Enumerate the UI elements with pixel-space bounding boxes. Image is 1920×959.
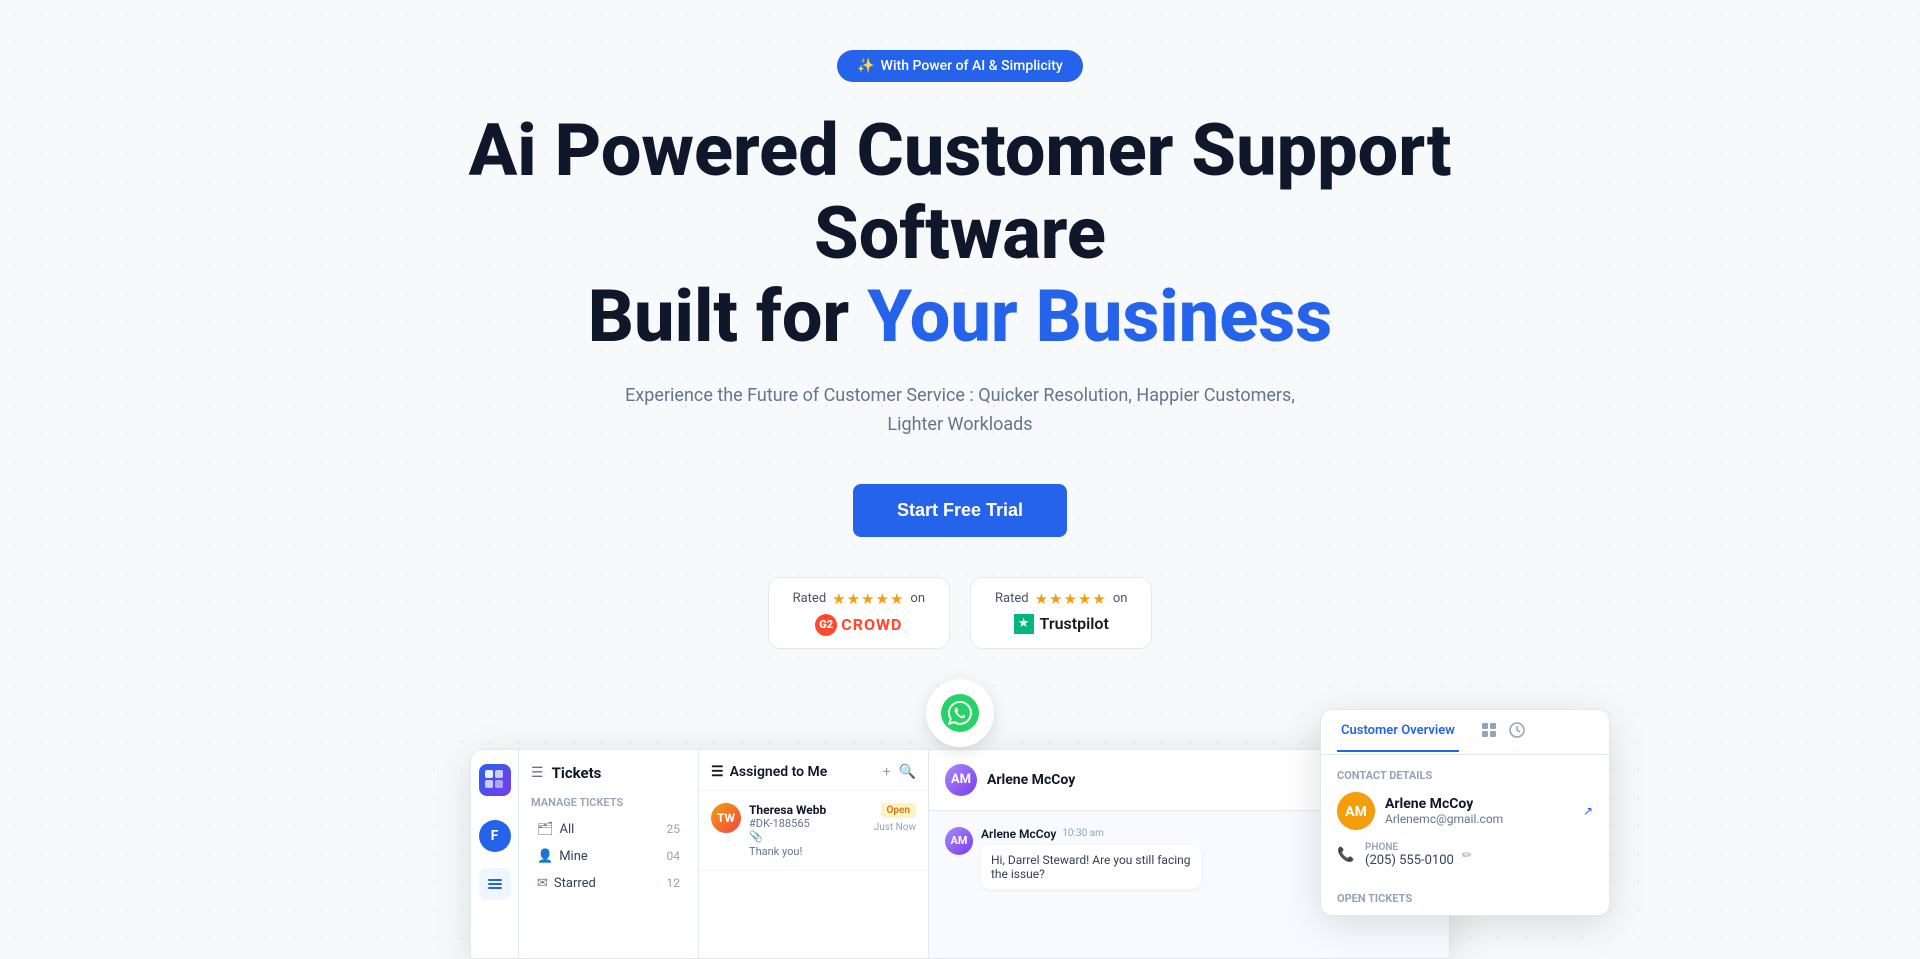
nav-all-label: All <box>560 822 575 837</box>
phone-label: PHONE <box>1365 842 1454 853</box>
contact-link-icon[interactable]: ↗ <box>1583 804 1593 818</box>
start-trial-button[interactable]: Start Free Trial <box>853 484 1067 537</box>
contact-details-label: Contact Details <box>1337 769 1593 782</box>
ticket-preview: Thank you! <box>749 845 866 858</box>
tickets-panel: ☰ Tickets Manage Tickets 🗂 All 25 👤 <box>519 750 699 958</box>
hero-title-line1: Ai Powered Customer Support Software <box>469 108 1452 276</box>
sidebar-avatar-letter: F <box>491 828 499 844</box>
customer-tabs: Customer Overview <box>1321 710 1609 755</box>
nav-mine-count: 04 <box>667 849 681 863</box>
contact-name: Arlene McCoy <box>1385 796 1503 812</box>
add-icon[interactable]: + <box>883 764 891 780</box>
contact-phone-field: 📞 PHONE (205) 555-0100 ✏ <box>1337 842 1593 868</box>
badge-icon: ✨ <box>857 58 874 74</box>
nav-starred-label: Starred <box>554 876 596 891</box>
trustpilot-rating-top: Rated ★★★★★ on <box>995 590 1127 608</box>
customer-tab-icon-2[interactable] <box>1503 710 1531 754</box>
customer-tab-icon-1[interactable] <box>1475 710 1503 754</box>
contact-info: Arlene McCoy Arlenemc@gmail.com <box>1385 796 1503 826</box>
tp-on-text: on <box>1113 591 1128 606</box>
ticket-avatar: TW <box>711 803 741 833</box>
msg-avatar: AM <box>945 827 973 855</box>
hero-subtitle: Experience the Future of Customer Servic… <box>610 382 1310 440</box>
g2-stars: ★★★★★ <box>832 590 904 608</box>
ticket-meta: Open Just Now <box>874 803 916 833</box>
whatsapp-bubble[interactable] <box>926 679 994 747</box>
msg-text: Hi, Darrel Steward! Are you still facing… <box>981 845 1201 889</box>
nav-all-count: 25 <box>667 822 681 836</box>
hero-title-line2-plain: Built for <box>588 274 867 359</box>
g2-logo: G2 CROWD <box>815 614 902 636</box>
tp-stars: ★★★★★ <box>1035 590 1107 608</box>
contact-section: Contact Details AM Arlene McCoy Arlenem <box>1321 755 1609 892</box>
g2-rating-card: Rated ★★★★★ on G2 CROWD <box>768 577 950 649</box>
panel-title: Tickets <box>552 764 602 782</box>
nav-mine[interactable]: 👤 Mine 04 <box>531 844 686 869</box>
g2-crowd-text: CROWD <box>841 615 902 634</box>
ticket-icons: 📎 <box>749 830 866 843</box>
hero-title: Ai Powered Customer Support Software Bui… <box>460 110 1460 358</box>
phone-icon: 📞 <box>1337 847 1357 863</box>
mockup-container: F ☰ Tickets <box>310 709 1610 959</box>
contact-avatar: AM <box>1337 792 1375 830</box>
nav-mine-label: Mine <box>559 849 588 864</box>
ticket-item[interactable]: TW Theresa Webb #DK-188565 📎 Thank you! … <box>699 791 928 871</box>
nav-all[interactable]: 🗂 All 25 <box>531 817 686 842</box>
mine-icon: 👤 <box>537 849 553 864</box>
tp-rated-text: Rated <box>995 591 1029 606</box>
panel-header: ☰ Tickets <box>531 764 686 782</box>
trustpilot-logo: ★ Trustpilot <box>1014 614 1109 634</box>
ticket-attach-icon: 📎 <box>749 830 763 843</box>
msg-sender: Arlene McCoy <box>981 827 1056 841</box>
ticket-info: Theresa Webb #DK-188565 📎 Thank you! <box>749 803 866 858</box>
g2-on-text: on <box>910 591 925 606</box>
open-tickets-label: OPEN TICKETS <box>1321 892 1609 915</box>
g2-icon: G2 <box>815 614 837 636</box>
app-sidebar: F <box>471 750 519 958</box>
list-icon: ☰ <box>711 764 724 780</box>
svg-text:AM: AM <box>1345 804 1367 820</box>
ticket-name: Theresa Webb <box>749 803 866 817</box>
ticket-list-panel: ☰ Assigned to Me + 🔍 TW <box>699 750 929 958</box>
nav-starred-count: 12 <box>667 876 681 890</box>
g2-rating-top: Rated ★★★★★ on <box>793 590 925 608</box>
phone-value: (205) 555-0100 <box>1365 853 1454 868</box>
ticket-list-actions: + 🔍 <box>883 764 916 780</box>
sidebar-icon-btn[interactable] <box>479 868 511 900</box>
nav-starred[interactable]: ✉ Starred 12 <box>531 871 686 896</box>
g2-rated-text: Rated <box>793 591 827 606</box>
chat-user-avatar: AM <box>945 764 977 796</box>
manage-tickets-label: Manage Tickets <box>531 796 686 809</box>
ai-badge: ✨ With Power of AI & Simplicity <box>837 50 1083 82</box>
ticket-id: #DK-188565 <box>749 817 866 830</box>
hero-title-blue: Your Business <box>867 274 1332 359</box>
sidebar-logo <box>479 764 511 796</box>
trustpilot-rating-card: Rated ★★★★★ on ★ Trustpilot <box>970 577 1152 649</box>
tp-text: Trustpilot <box>1040 614 1109 633</box>
ticket-list-title: ☰ Assigned to Me <box>711 764 827 780</box>
contact-person: AM Arlene McCoy Arlenemc@gmail.com ↗ <box>1337 792 1593 830</box>
customer-overview-tab[interactable]: Customer Overview <box>1337 711 1459 752</box>
badge-text: With Power of AI & Simplicity <box>881 58 1063 74</box>
ticket-list-header: ☰ Assigned to Me + 🔍 <box>699 750 928 791</box>
app-mockup: F ☰ Tickets <box>470 749 1450 959</box>
all-icon: 🗂 <box>537 822 554 837</box>
tp-star-icon: ★ <box>1014 614 1034 634</box>
menu-icon: ☰ <box>531 765 544 781</box>
assigned-to-me-label: Assigned to Me <box>730 764 828 780</box>
starred-icon: ✉ <box>537 876 548 891</box>
ticket-time: Just Now <box>874 822 916 833</box>
ticket-status-badge: Open <box>881 803 917 818</box>
ratings-row: Rated ★★★★★ on G2 CROWD Rated ★★★★★ on ★… <box>768 577 1153 649</box>
customer-panel: Customer Overview Contact Details <box>1320 709 1610 916</box>
contact-email: Arlenemc@gmail.com <box>1385 812 1503 826</box>
search-icon[interactable]: 🔍 <box>899 764 916 780</box>
msg-time: 10:30 am <box>1062 828 1104 839</box>
msg-content-wrapper: Arlene McCoy 10:30 am Hi, Darrel Steward… <box>981 827 1201 889</box>
phone-edit-icon[interactable]: ✏ <box>1462 848 1472 862</box>
chat-user-name: Arlene McCoy <box>987 772 1075 788</box>
sidebar-avatar[interactable]: F <box>479 820 511 852</box>
avatar-img: TW <box>711 803 741 833</box>
